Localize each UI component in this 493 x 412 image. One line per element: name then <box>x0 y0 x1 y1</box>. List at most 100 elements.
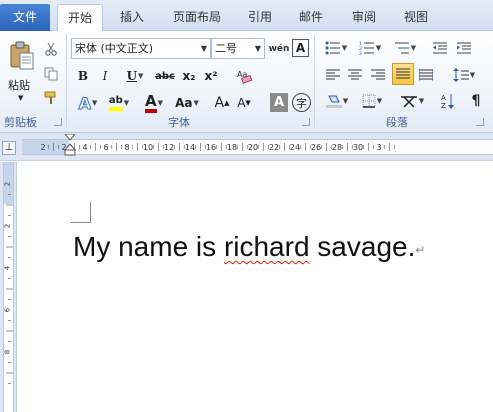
paragraph-mark-icon: ↵ <box>415 243 426 257</box>
shading-button[interactable]: ▼ <box>322 90 352 111</box>
superscript-button[interactable]: x² <box>202 66 220 86</box>
character-border-icon: A <box>295 41 306 55</box>
tab-selector-button[interactable]: ⊥ <box>2 141 16 155</box>
italic-button[interactable]: I <box>96 66 114 86</box>
chevron-down-icon: ▼ <box>200 44 207 53</box>
indent-marker-icon[interactable] <box>64 134 76 156</box>
paragraph-dialog-launcher[interactable] <box>476 118 484 126</box>
tab-mailings[interactable]: 邮件 <box>289 4 333 31</box>
paste-button[interactable]: 粘贴 ▼ <box>2 33 38 102</box>
change-case-button[interactable]: Aa ▼ <box>172 92 202 114</box>
borders-button[interactable]: ▼ <box>357 90 387 111</box>
asian-layout-button[interactable]: ▼ <box>397 90 427 111</box>
chevron-down-icon: ▼ <box>157 99 163 107</box>
enclose-characters-icon: 字 <box>296 96 307 110</box>
highlight-button[interactable]: ab ▼ <box>104 92 134 114</box>
chevron-down-icon: ▼ <box>254 44 261 53</box>
numbering-button[interactable]: 1 2 3 ▼ <box>355 38 385 58</box>
horizontal-ruler[interactable]: 2 2 4 6 8 10 12 14 16 18 20 22 24 26 28 30 3 <box>22 134 493 156</box>
group-divider <box>66 35 67 127</box>
asian-layout-icon <box>400 95 417 108</box>
enclose-characters-button[interactable]: 字 <box>292 93 311 112</box>
cut-button[interactable] <box>42 40 60 58</box>
tab-file[interactable]: 文件 <box>0 4 50 31</box>
ruler-label: 8 <box>4 350 12 354</box>
vertical-ruler[interactable]: 2 2 4 6 8 <box>0 162 17 412</box>
font-group-label: 字体 <box>168 116 190 129</box>
multilevel-list-icon <box>394 42 409 54</box>
chevron-down-icon: ▼ <box>342 96 349 105</box>
ruler-label: 2 <box>4 224 12 228</box>
text-effects-icon: A <box>78 93 91 113</box>
clipboard-group-label: 剪贴板 <box>4 116 37 129</box>
align-right-button[interactable] <box>367 64 389 85</box>
font-color-button[interactable]: A ▼ <box>140 92 168 114</box>
text-effects-button[interactable]: A ▼ <box>74 92 102 114</box>
align-left-icon <box>326 69 340 79</box>
font-size-value: 二号 <box>215 42 237 55</box>
font-dialog-launcher[interactable] <box>302 118 310 126</box>
font-name-combo[interactable]: 宋体 (中文正文) ▼ <box>71 38 211 59</box>
document-text-line[interactable]: My name is richard savage.↵ <box>73 231 425 263</box>
distributed-button[interactable] <box>416 64 436 85</box>
ruler-label: 30 <box>353 143 363 152</box>
ruler-label: 10 <box>143 143 153 152</box>
show-paragraph-marks-button[interactable]: ¶ <box>466 90 486 111</box>
bullets-button[interactable]: ▼ <box>321 38 351 58</box>
vertical-ruler-track: 2 2 4 6 8 <box>3 162 14 412</box>
spelling-error-word[interactable]: richard <box>224 231 310 262</box>
sort-icon: A Z <box>441 93 454 109</box>
underline-button[interactable]: U ▼ <box>120 66 150 86</box>
multilevel-list-button[interactable]: ▼ <box>390 38 420 58</box>
ruler-label: 2 <box>4 182 12 186</box>
line-spacing-button[interactable]: ▼ <box>450 64 478 85</box>
align-left-button[interactable] <box>322 64 344 85</box>
ruler-label: 4 <box>4 265 12 270</box>
clipboard-dialog-launcher[interactable] <box>54 118 62 126</box>
shrink-font-button[interactable]: A ▼ <box>235 92 253 114</box>
copy-button[interactable] <box>42 65 60 83</box>
increase-indent-button[interactable] <box>454 38 474 58</box>
tab-insert[interactable]: 插入 <box>110 4 154 31</box>
page-margin-corner-mark <box>70 202 91 223</box>
phonetic-guide-button[interactable]: wén <box>268 38 290 59</box>
ruler-label: 14 <box>185 143 195 152</box>
font-name-value: 宋体 (中文正文) <box>75 42 154 55</box>
tab-page-layout[interactable]: 页面布局 <box>164 4 230 31</box>
grow-font-button[interactable]: A ▲ <box>213 92 231 114</box>
subscript-button[interactable]: x₂ <box>180 66 198 86</box>
format-painter-icon <box>44 91 56 104</box>
ribbon-tab-bar: 文件 开始 插入 页面布局 引用 邮件 审阅 视图 <box>0 0 493 32</box>
ruler-label: 6 <box>103 143 108 152</box>
paste-icon <box>10 41 34 70</box>
format-painter-button[interactable] <box>42 89 60 107</box>
svg-text:3: 3 <box>359 51 362 55</box>
font-size-combo[interactable]: 二号 ▼ <box>211 38 265 59</box>
tab-references[interactable]: 引用 <box>238 4 282 31</box>
document-page[interactable]: My name is richard savage.↵ <box>18 162 493 412</box>
ruler-label: 26 <box>311 143 321 152</box>
tab-review[interactable]: 审阅 <box>342 4 386 31</box>
sort-button[interactable]: A Z <box>438 90 458 111</box>
shading-icon <box>325 95 342 108</box>
bold-button[interactable]: B <box>74 66 92 86</box>
chevron-down-icon: ▼ <box>193 99 199 107</box>
strikethrough-button[interactable]: abc <box>153 66 177 86</box>
strikethrough-icon: abc <box>155 70 175 82</box>
center-button[interactable] <box>344 64 366 85</box>
chevron-down-icon: ▼ <box>92 99 98 107</box>
tab-view[interactable]: 视图 <box>394 4 438 31</box>
justify-button[interactable] <box>392 63 414 85</box>
character-border-button[interactable]: A <box>292 39 309 57</box>
word-window: 文件 开始 插入 页面布局 引用 邮件 审阅 视图 粘贴 ▼ 剪贴板 宋体 (中… <box>0 0 493 412</box>
character-shading-button[interactable]: A <box>270 93 288 112</box>
clear-formatting-button[interactable]: Aa <box>234 66 254 86</box>
ruler-label: 6 <box>4 307 12 312</box>
chevron-down-icon: ▼ <box>18 94 24 102</box>
tab-home[interactable]: 开始 <box>57 4 103 32</box>
document-text: My name is <box>73 231 224 262</box>
numbering-icon: 1 2 3 <box>359 41 374 55</box>
subscript-icon: x₂ <box>182 69 196 83</box>
ruler-label: 20 <box>248 143 258 152</box>
decrease-indent-button[interactable] <box>430 38 450 58</box>
